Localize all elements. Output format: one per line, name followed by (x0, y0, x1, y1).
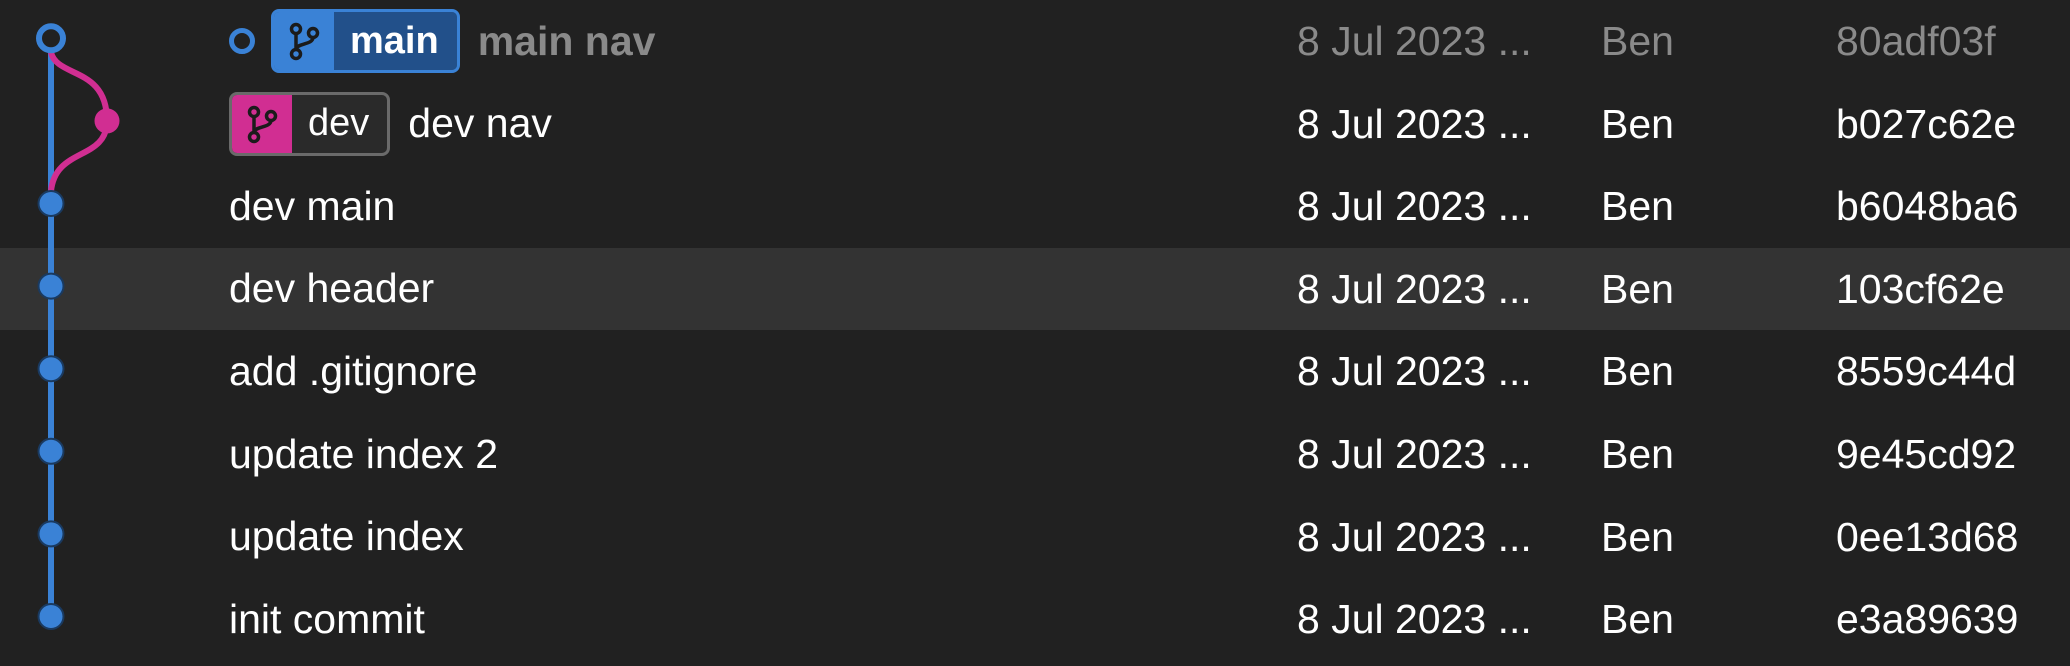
commit-row[interactable]: add .gitignore 8 Jul 2023 ... Ben 8559c44d (0, 330, 2070, 412)
commit-message: dev main (229, 182, 396, 229)
commit-date: 8 Jul 2023 ... (1297, 348, 1532, 395)
commit-message-cell: update index (229, 496, 464, 578)
commit-row[interactable]: init commit 8 Jul 2023 ... Ben e3a89639 (0, 578, 2070, 660)
commit-message-cell: update index 2 (229, 413, 498, 495)
commit-author: Ben (1601, 596, 1674, 643)
commit-author: Ben (1601, 431, 1674, 477)
commit-hash: b027c62e (1836, 100, 2017, 147)
git-branch-icon (232, 94, 292, 153)
commit-row[interactable]: main main nav 8 Jul 2023 ... Ben 80adf03f (0, 0, 2070, 82)
commit-hash: e3a89639 (1836, 596, 2019, 643)
commit-date: 8 Jul 2023 ... (1297, 100, 1532, 147)
commit-author: Ben (1601, 18, 1674, 64)
commit-message: update index 2 (229, 430, 499, 477)
commit-message-cell: dev dev nav (229, 83, 552, 165)
commit-hash: 9e45cd92 (1836, 431, 2017, 477)
branch-badge-label: main (334, 12, 457, 70)
commit-date: 8 Jul 2023 ... (1297, 431, 1532, 477)
commit-message: dev nav (408, 100, 552, 147)
commit-row[interactable]: update index 2 8 Jul 2023 ... Ben 9e45cd92 (0, 413, 2070, 495)
commit-author: Ben (1601, 265, 1674, 312)
commit-date: 8 Jul 2023 ... (1297, 513, 1532, 560)
commit-message: add .gitignore (229, 347, 478, 394)
git-branch-icon (274, 12, 334, 70)
commit-row[interactable]: dev dev nav 8 Jul 2023 ... Ben b027c62e (0, 83, 2070, 165)
commit-message-cell: init commit (229, 578, 425, 660)
branch-badge-main[interactable]: main (271, 9, 460, 73)
commit-author: Ben (1601, 348, 1674, 395)
commit-row[interactable]: update index 8 Jul 2023 ... Ben 0ee13d68 (0, 496, 2070, 578)
commit-date: 8 Jul 2023 ... (1297, 596, 1532, 643)
commit-graph: main main nav 8 Jul 2023 ... Ben 80adf03f dev… (0, 0, 2070, 666)
commit-message: dev header (229, 265, 435, 312)
commit-author: Ben (1601, 183, 1674, 230)
commit-author: Ben (1601, 100, 1674, 147)
commit-message-cell: main main nav (229, 0, 655, 82)
commit-hash: 0ee13d68 (1836, 513, 2019, 560)
commit-date: 8 Jul 2023 ... (1297, 265, 1532, 312)
commit-row[interactable]: dev header 8 Jul 2023 ... Ben 103cf62e (0, 247, 2070, 330)
commit-author: Ben (1601, 513, 1674, 560)
commit-hash: 80adf03f (1836, 18, 1996, 64)
commit-message-cell: dev header (229, 248, 434, 330)
commit-message-cell: dev main (229, 165, 395, 247)
commit-message-cell: add .gitignore (229, 330, 477, 412)
commit-hash: 8559c44d (1836, 348, 2017, 395)
commit-message: init commit (229, 595, 425, 642)
branch-badge-label: dev (308, 102, 370, 145)
commit-hash: 103cf62e (1836, 265, 2005, 312)
commit-message: update index (229, 513, 464, 560)
head-marker-icon (229, 28, 255, 54)
commit-row[interactable]: dev main 8 Jul 2023 ... Ben b6048ba6 (0, 165, 2070, 247)
branch-badge-dev[interactable]: dev (229, 91, 391, 156)
commit-hash: b6048ba6 (1836, 183, 2019, 230)
commit-message: main nav (477, 17, 656, 64)
commit-date: 8 Jul 2023 ... (1297, 183, 1532, 230)
commit-date: 8 Jul 2023 ... (1297, 18, 1532, 64)
